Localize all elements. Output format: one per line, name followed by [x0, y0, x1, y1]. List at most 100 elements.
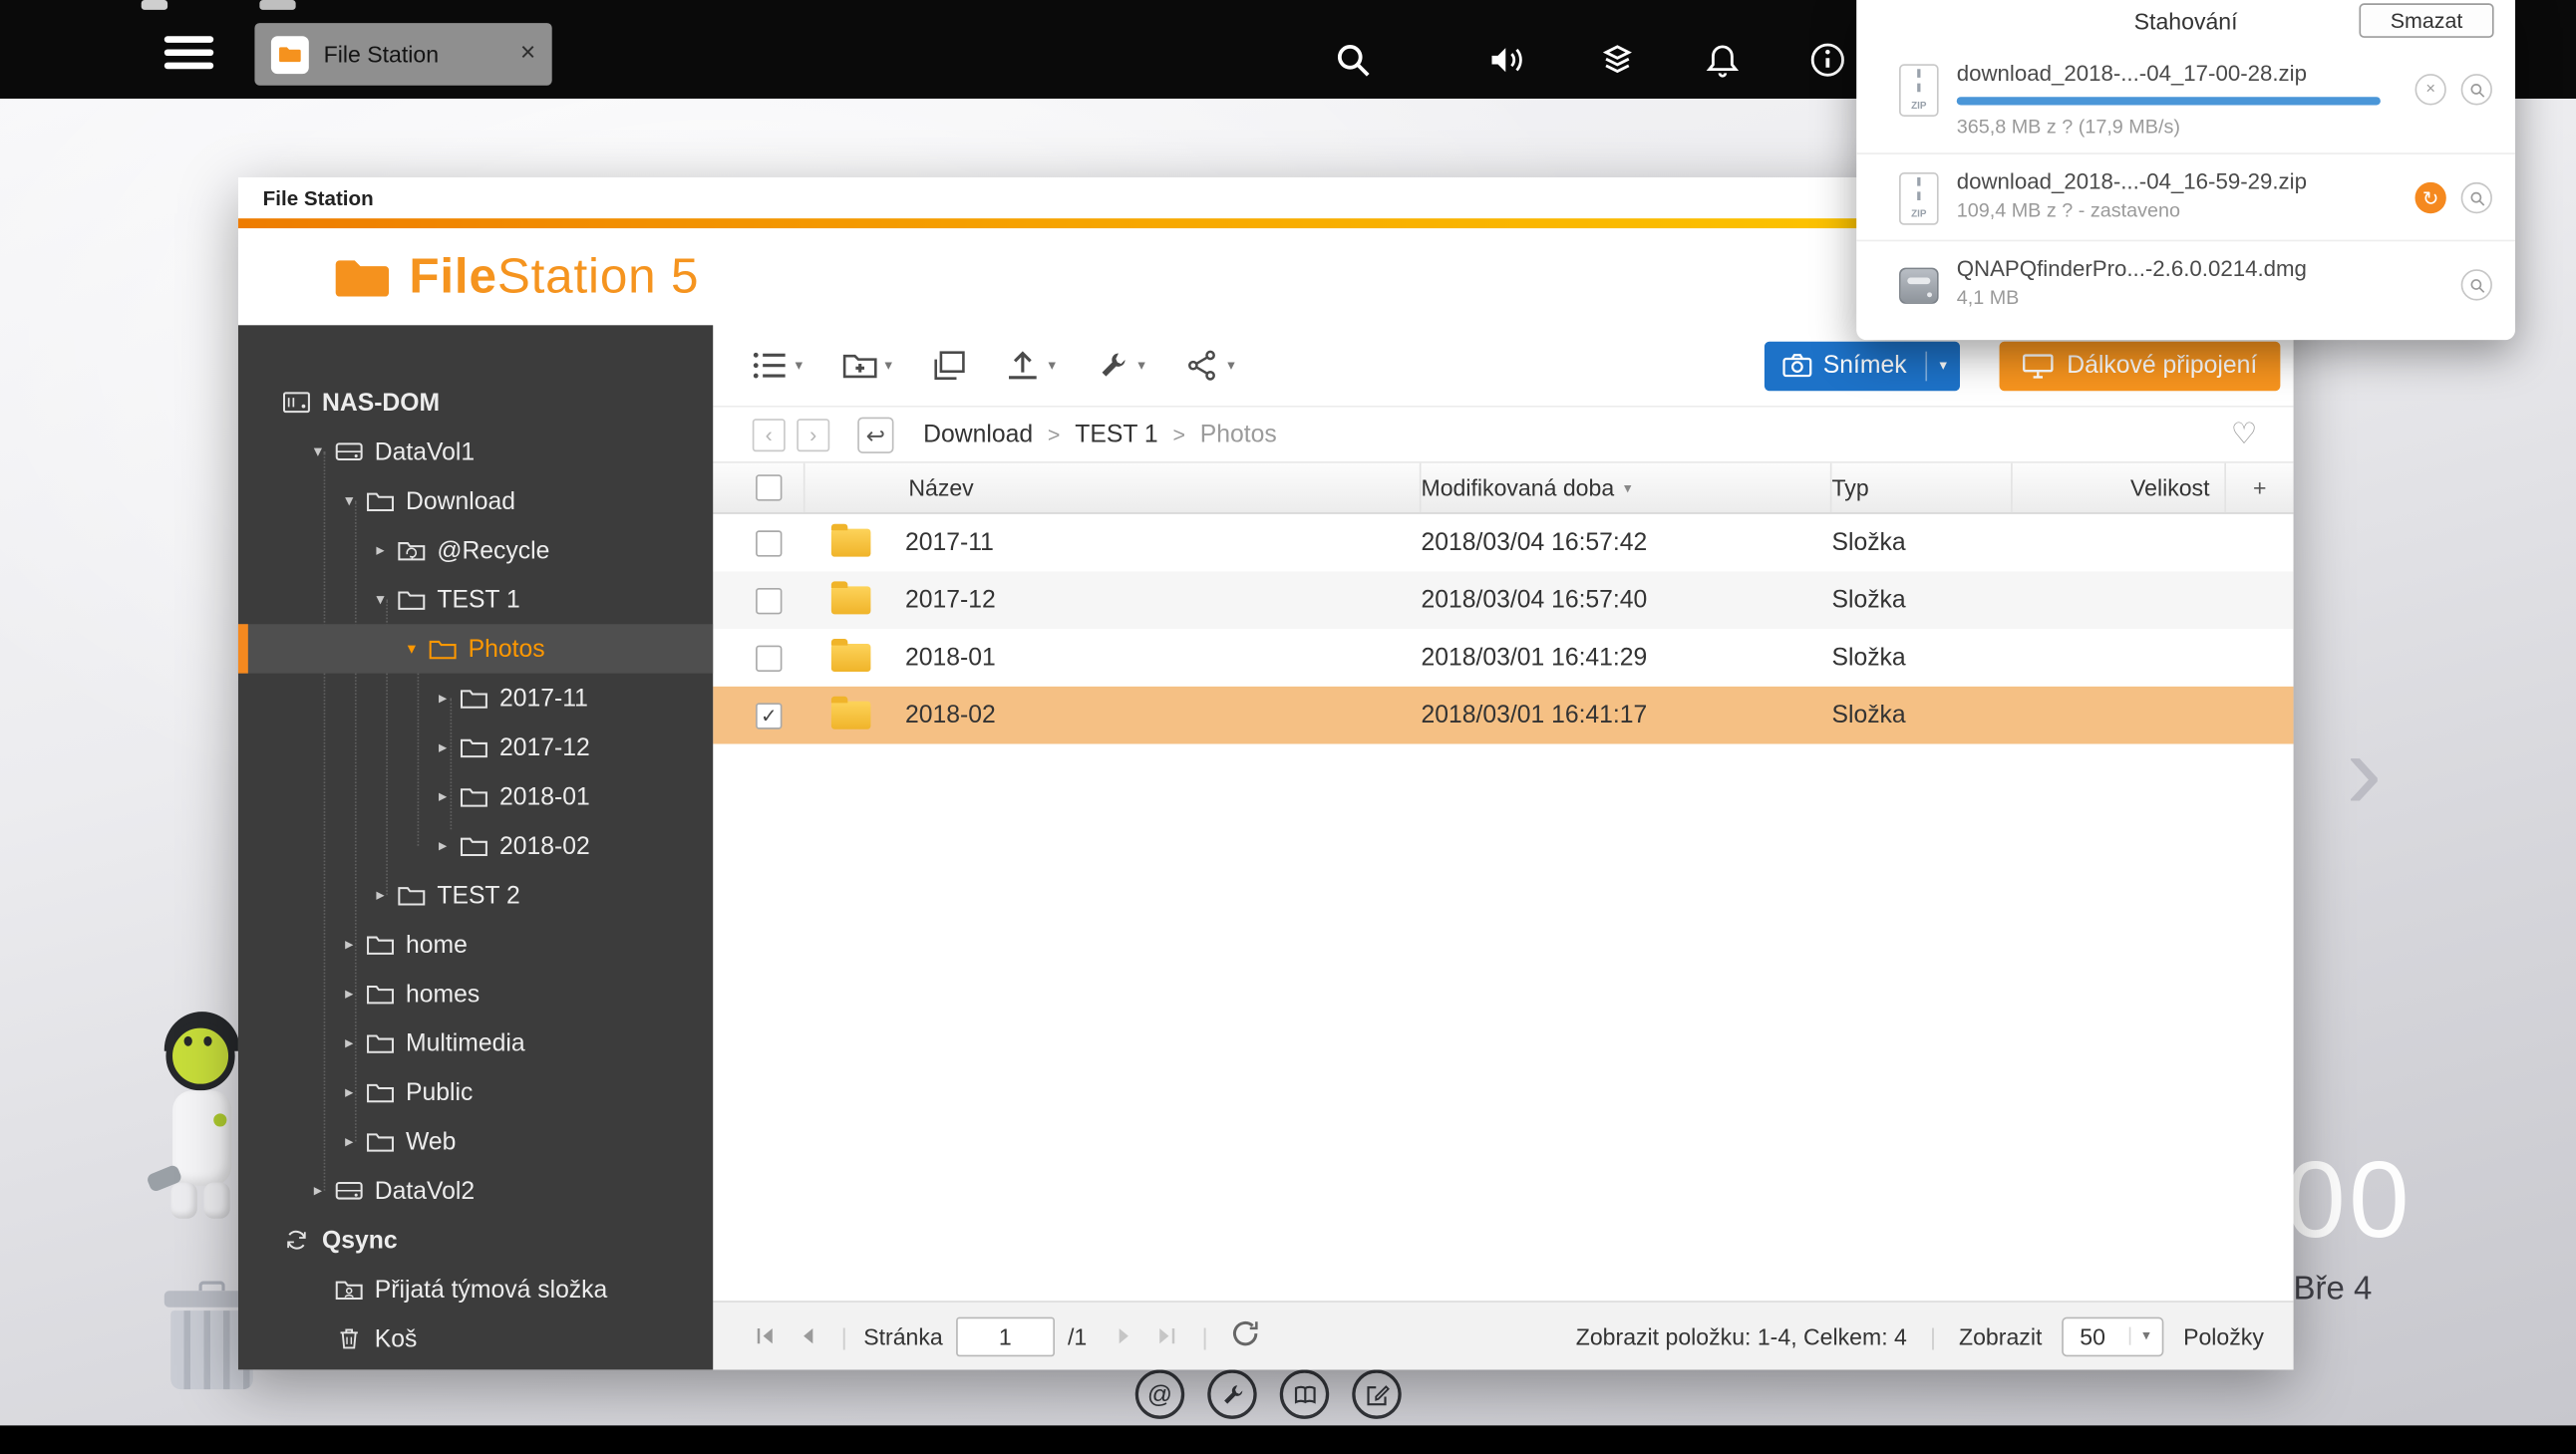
clear-downloads-button[interactable]: Smazat	[2359, 3, 2493, 38]
sidebar-item-datavol1[interactable]: ▾ DataVol1	[238, 427, 713, 475]
sidebar-item-multimedia[interactable]: ▸ Multimedia	[238, 1018, 713, 1067]
breadcrumb-test1[interactable]: TEST 1	[1075, 421, 1157, 448]
background-tasks-button[interactable]	[1592, 35, 1641, 84]
sidebar-item-2018-02[interactable]: ▸ 2018-02	[238, 821, 713, 870]
sidebar-item-trash[interactable]: Koš	[238, 1313, 713, 1362]
expand-arrow-icon[interactable]: ▸	[345, 985, 366, 1003]
taskbar-tab-file-station[interactable]: File Station ×	[254, 23, 551, 86]
locate-file-button[interactable]	[2461, 269, 2492, 300]
sidebar-item-photos[interactable]: ▾ Photos	[238, 624, 713, 673]
volume-button[interactable]	[1481, 35, 1530, 84]
cancel-download-button[interactable]: ×	[2415, 74, 2446, 105]
column-header-name[interactable]: Název	[805, 463, 1422, 512]
refresh-button[interactable]	[1231, 1317, 1267, 1353]
view-mode-button[interactable]: ▾	[753, 350, 803, 381]
expand-arrow-icon[interactable]: ▸	[439, 689, 460, 707]
expand-arrow-icon[interactable]: ▾	[408, 640, 429, 658]
page-number-input[interactable]	[956, 1316, 1055, 1356]
sidebar-item-home[interactable]: ▸ home	[238, 920, 713, 969]
locate-file-button[interactable]	[2461, 182, 2492, 213]
dropdown-caret-icon: ▾	[1926, 357, 1960, 375]
dock-feedback-button[interactable]	[1352, 1369, 1401, 1418]
search-button[interactable]	[1328, 35, 1377, 84]
tab-close-icon[interactable]: ×	[520, 40, 535, 70]
table-row-selected[interactable]: ✓ 2018-02 2018/03/01 16:41:17 Složka	[713, 687, 2293, 744]
sidebar-item-team-folder[interactable]: Přijatá týmová složka	[238, 1265, 713, 1313]
sidebar-item-datavol2[interactable]: ▸ DataVol2	[238, 1166, 713, 1215]
expand-arrow-icon[interactable]: ▸	[345, 1083, 366, 1101]
sidebar-item-homes[interactable]: ▸ homes	[238, 969, 713, 1018]
select-all-checkbox[interactable]	[756, 474, 782, 500]
download-item[interactable]: download_2018-...-04_16-59-29.zip 109,4 …	[1856, 152, 2515, 239]
main-menu-button[interactable]	[164, 36, 223, 69]
favorite-heart-icon[interactable]: ♡	[2231, 418, 2258, 452]
share-icon	[1184, 350, 1219, 381]
add-column-button[interactable]: +	[2226, 463, 2294, 512]
expand-arrow-icon[interactable]: ▸	[314, 1182, 335, 1200]
expand-arrow-icon[interactable]: ▾	[376, 590, 397, 608]
more-actions-button[interactable]: ▾	[1096, 350, 1145, 381]
sidebar-item-qsync[interactable]: Qsync	[238, 1215, 713, 1264]
download-item[interactable]: QNAPQfinderPro...-2.6.0.0214.dmg 4,1 MB	[1856, 240, 2515, 324]
sidebar-item-nas-dom[interactable]: NAS-DOM	[238, 378, 713, 427]
desktop-next-chevron[interactable]: ›	[2346, 717, 2382, 825]
nav-forward-button[interactable]: ›	[797, 418, 829, 450]
copy-move-button[interactable]	[931, 350, 966, 381]
info-button[interactable]	[1802, 35, 1851, 84]
upload-button[interactable]: ▾	[1006, 350, 1056, 381]
page-size-select[interactable]: 50 ▾	[2062, 1316, 2163, 1356]
column-header-modified[interactable]: Modifikovaná doba▾	[1421, 463, 1831, 512]
dock-tools-button[interactable]	[1207, 1369, 1256, 1418]
row-checkbox[interactable]	[756, 587, 782, 613]
last-page-button[interactable]	[1152, 1321, 1182, 1351]
first-page-button[interactable]	[749, 1321, 779, 1351]
expand-arrow-icon[interactable]: ▾	[314, 442, 335, 460]
expand-arrow-icon[interactable]: ▸	[345, 936, 366, 954]
row-checkbox-checked[interactable]: ✓	[756, 703, 782, 728]
column-header-type[interactable]: Typ	[1831, 463, 2012, 512]
go-up-button[interactable]: ↩	[857, 417, 893, 452]
row-checkbox[interactable]	[756, 529, 782, 555]
expand-arrow-icon[interactable]: ▸	[345, 1132, 366, 1150]
nav-back-button[interactable]: ‹	[753, 418, 786, 450]
table-row[interactable]: 2017-12 2018/03/04 16:57:40 Složka	[713, 571, 2293, 629]
remote-connection-button[interactable]: Dálkové připojení	[2000, 341, 2281, 390]
snapshot-button[interactable]: Snímek ▾	[1764, 341, 1960, 390]
table-row[interactable]: 2017-11 2018/03/04 16:57:42 Složka	[713, 514, 2293, 572]
locate-file-button[interactable]	[2461, 74, 2492, 105]
logo-text-bold: File	[409, 249, 496, 303]
sidebar-item-label: Web	[406, 1127, 456, 1155]
new-folder-button[interactable]: ▾	[842, 350, 892, 381]
sidebar-item-2017-12[interactable]: ▸ 2017-12	[238, 723, 713, 771]
row-checkbox[interactable]	[756, 645, 782, 671]
notifications-button[interactable]	[1697, 35, 1746, 84]
dock-mention-button[interactable]: @	[1135, 1369, 1184, 1418]
dock-guide-button[interactable]	[1280, 1369, 1329, 1418]
sidebar-item-test1[interactable]: ▾ TEST 1	[238, 575, 713, 624]
sidebar-item-test2[interactable]: ▸ TEST 2	[238, 870, 713, 919]
table-row[interactable]: 2018-01 2018/03/01 16:41:29 Složka	[713, 629, 2293, 687]
expand-arrow-icon[interactable]: ▾	[345, 492, 366, 510]
resume-download-button[interactable]: ↻	[2415, 182, 2446, 213]
expand-arrow-icon[interactable]: ▸	[439, 738, 460, 756]
download-item[interactable]: download_2018-...-04_17-00-28.zip 365,8 …	[1856, 46, 2515, 152]
sidebar-item-web[interactable]: ▸ Web	[238, 1117, 713, 1166]
expand-arrow-icon[interactable]: ▸	[439, 837, 460, 855]
share-button[interactable]: ▾	[1184, 350, 1234, 381]
expand-arrow-icon[interactable]: ▸	[439, 787, 460, 805]
expand-arrow-icon[interactable]: ▸	[345, 1033, 366, 1051]
folder-logo-icon	[332, 254, 393, 300]
sidebar-item-2018-01[interactable]: ▸ 2018-01	[238, 772, 713, 821]
sidebar-item-2017-11[interactable]: ▸ 2017-11	[238, 674, 713, 723]
prev-page-button[interactable]	[792, 1321, 821, 1351]
breadcrumb-download[interactable]: Download	[923, 421, 1033, 448]
sidebar-item-download[interactable]: ▾ Download	[238, 476, 713, 525]
expand-arrow-icon[interactable]: ▸	[376, 541, 397, 559]
sidebar-item-recycle[interactable]: ▸ @Recycle	[238, 525, 713, 574]
expand-arrow-icon[interactable]: ▸	[376, 886, 397, 904]
next-page-button[interactable]	[1110, 1321, 1139, 1351]
column-header-size[interactable]: Velikost	[2013, 463, 2226, 512]
upload-icon	[1006, 350, 1041, 381]
sidebar-item-public[interactable]: ▸ Public	[238, 1067, 713, 1116]
folder-icon	[460, 834, 487, 857]
